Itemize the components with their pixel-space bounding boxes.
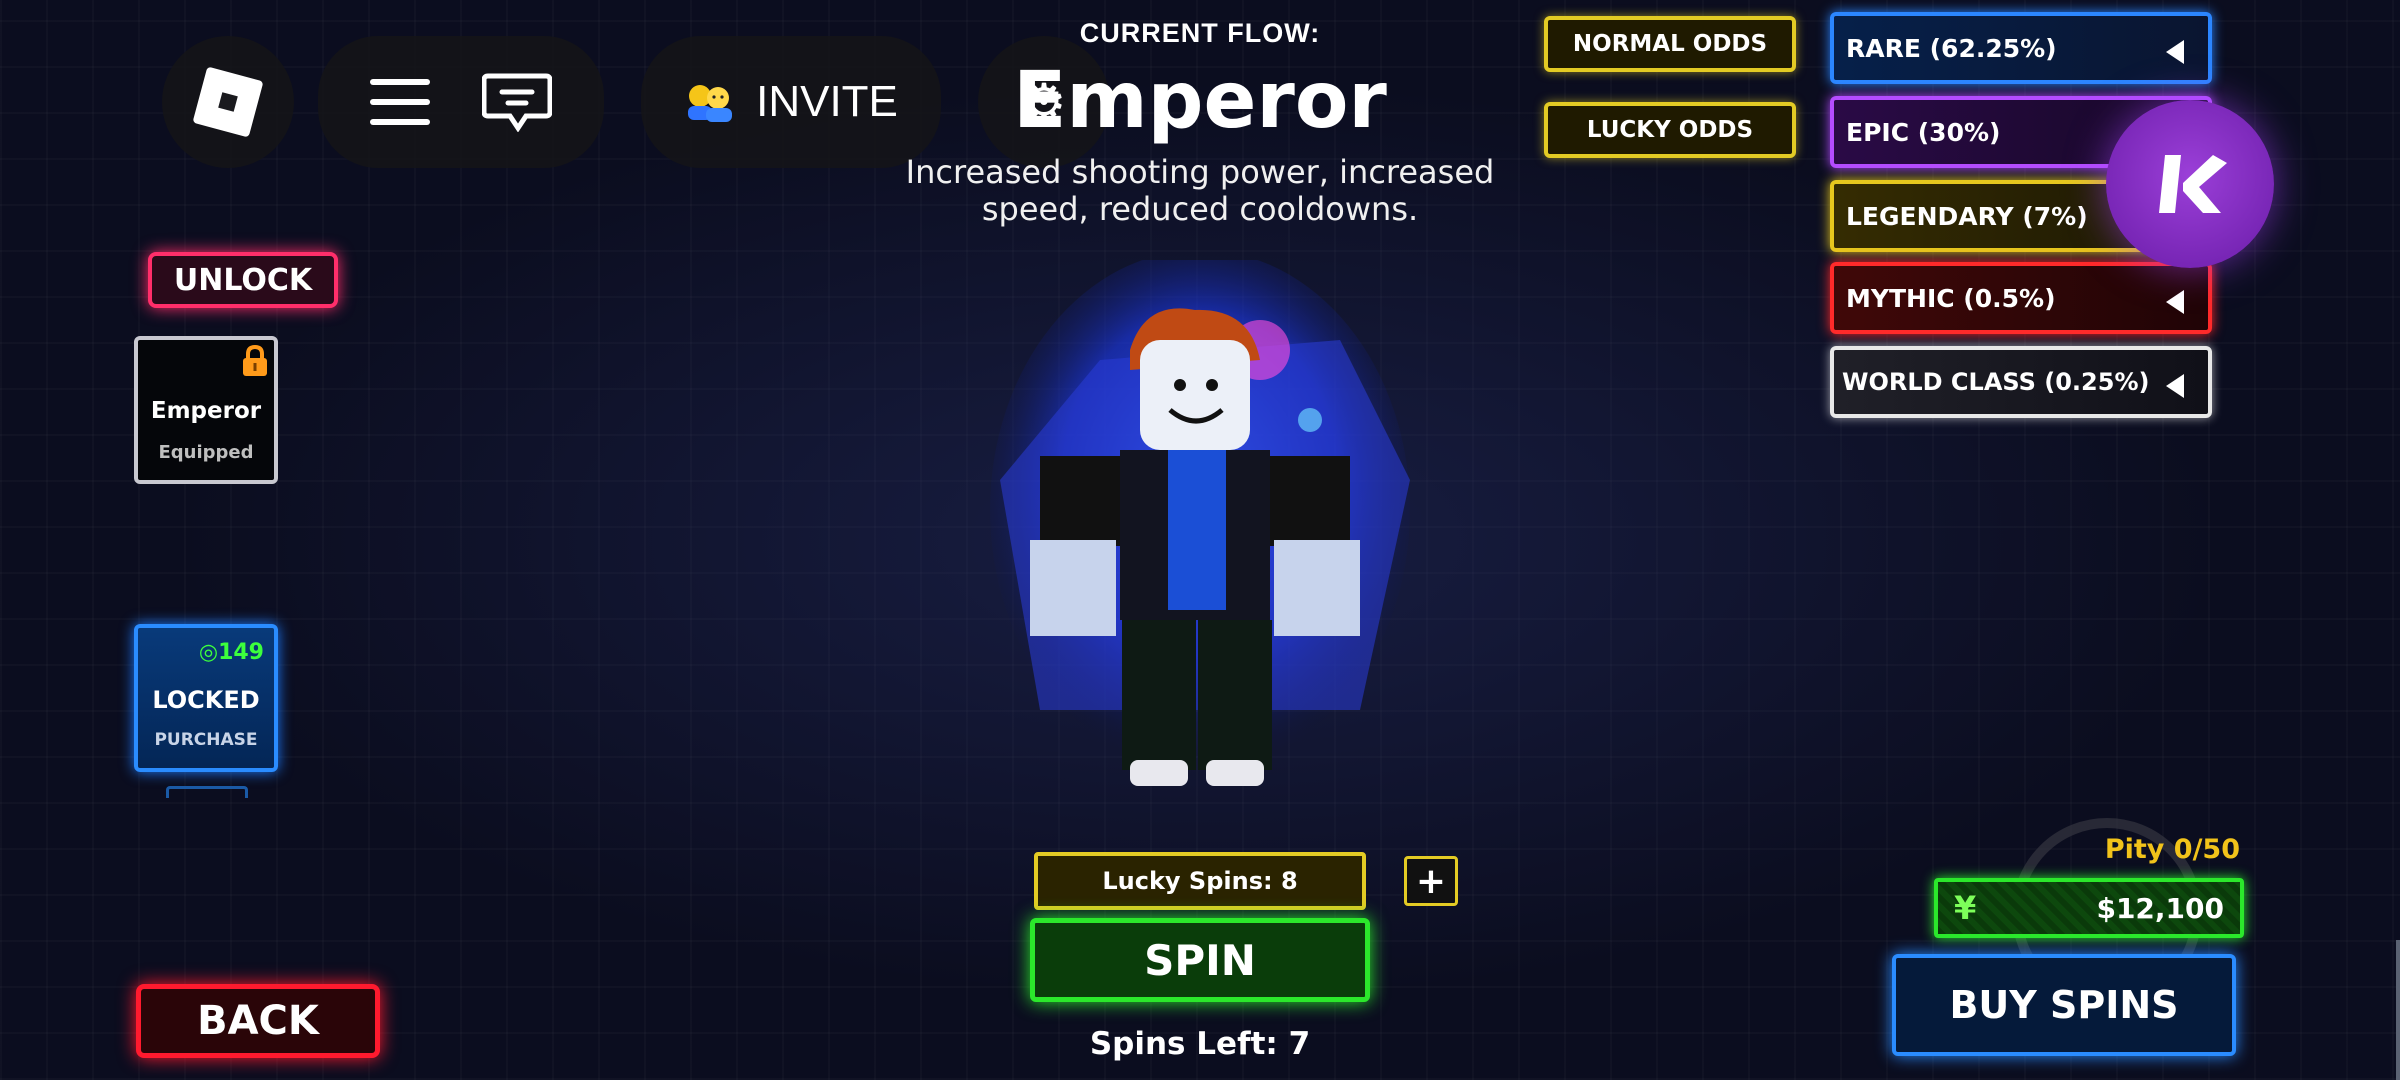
rarity-rare[interactable]: RARE (62.25%) [1830,12,2212,84]
flow-card-emperor[interactable]: Emperor Equipped [134,336,278,484]
lucky-odds-button[interactable]: LUCKY ODDS [1544,102,1796,158]
robux-price: ◎149 [199,640,264,665]
rarity-world-class[interactable]: WORLD CLASS (0.25%) [1830,346,2212,418]
card-name: Emperor [150,398,262,424]
add-lucky-spins-button[interactable]: + [1404,856,1458,906]
rarity-mythic[interactable]: MYTHIC (0.5%) [1830,262,2212,334]
price-value: 149 [218,640,264,665]
money-value: $12,100 [2096,891,2224,925]
k-logo-badge[interactable] [2106,100,2274,268]
currency-icon: ¥ [1954,889,1977,927]
lock-icon [243,344,267,376]
next-card-peek[interactable] [166,786,248,798]
rarity-label: LEGENDARY (7%) [1846,201,2088,231]
caret-left-icon [2166,40,2184,64]
buy-spins-button[interactable]: BUY SPINS [1892,954,2236,1056]
k-logo-icon [2159,155,2227,213]
back-button[interactable]: BACK [136,984,380,1058]
unlock-button[interactable]: UNLOCK [148,252,338,308]
rarity-label: MYTHIC (0.5%) [1846,283,2056,313]
card-name: LOCKED [152,686,260,714]
caret-left-icon [2166,374,2184,398]
rarity-label: WORLD CLASS (0.25%) [1842,368,2150,396]
spin-button[interactable]: SPIN [1030,918,1370,1002]
flow-card-locked[interactable]: ◎149 LOCKED PURCHASE [134,624,278,772]
card-status: Equipped [158,442,254,463]
robux-icon: ◎ [198,640,219,665]
flow-description: Increased shooting power, increased spee… [905,153,1495,228]
caret-left-icon [2166,290,2184,314]
rarity-label: EPIC (30%) [1846,117,2001,147]
card-action: PURCHASE [154,730,258,750]
pity-counter: Pity 0/50 [2104,834,2240,865]
avatar-preview [990,260,1410,786]
spins-left-label: Spins Left: 7 [1089,1026,1311,1062]
rarity-label: RARE (62.25%) [1846,33,2057,63]
lucky-spins-counter: Lucky Spins: 8 [1034,852,1366,910]
money-display: ¥ $12,100 [1934,878,2244,938]
normal-odds-button[interactable]: NORMAL ODDS [1544,16,1796,72]
edge-scrollbar [2396,940,2400,1080]
